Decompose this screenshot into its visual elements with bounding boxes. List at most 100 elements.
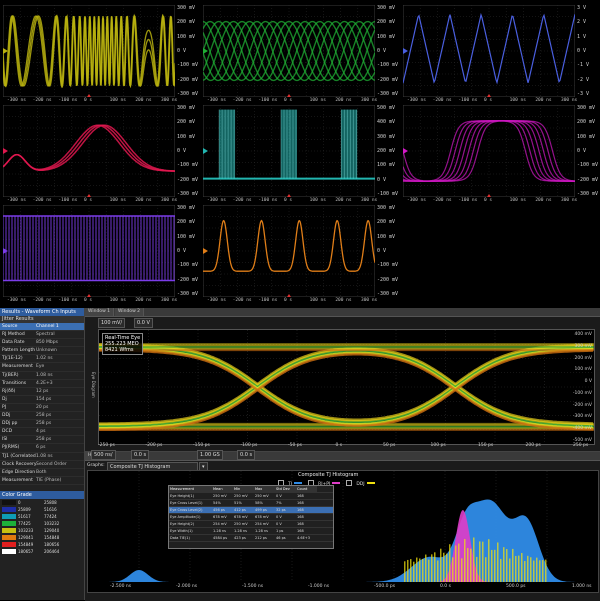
tile-2-x-axis: -300 ns -200 ns -100 ns 0 s 100 ns 200 ns 300 … (203, 98, 377, 104)
result-row[interactable]: Measurement Eye (0, 363, 84, 372)
table-header-cell[interactable]: Max (254, 486, 275, 492)
eye-x-tick-label: 0 s (335, 443, 343, 448)
result-row[interactable]: DCD 4 ps (0, 428, 84, 437)
result-key: Edge Direction (2, 469, 36, 475)
channel-8-marker[interactable] (203, 248, 208, 254)
result-value: Eye (36, 364, 45, 370)
eye-y-tick-label: 400 mV (574, 332, 592, 337)
color-grade-row: 77425 103232 (0, 520, 84, 527)
result-row[interactable]: Measurement TIE (Phase) (0, 477, 84, 485)
result-value: Both (36, 469, 47, 475)
color-range-start: 51617 (18, 514, 31, 519)
tile-7-plot (3, 205, 175, 297)
result-row[interactable]: RJ Method Spectral (0, 331, 84, 340)
table-row[interactable]: Eye Amplitude(1) 678 mV 678 mV 678 mV 0 V 168 (169, 514, 333, 521)
legend-item[interactable]: DDJ (346, 480, 377, 488)
hist-x-tick-label: -500.0 ps (374, 584, 396, 589)
channel-6-marker[interactable] (403, 148, 408, 154)
tab-window-2[interactable]: Window 2 (115, 308, 145, 316)
table-header-cell[interactable]: Count (296, 486, 317, 492)
y-tick-label: 100 mV (377, 162, 396, 169)
result-row[interactable]: TJ1 (Correlated) 1.08 ns (0, 453, 84, 461)
x-tick-label: 300 ns (361, 198, 378, 203)
hist-x-tick-label: -2.000 ns (176, 584, 198, 589)
scope-tile-3: 3 V 2 V 1 V 0 V -1 V -2 V -3 V -300 ns -200 ns -1… (403, 5, 600, 105)
result-row[interactable]: Source Channel 1 (0, 323, 84, 332)
table-row[interactable]: Eye Cross Level(1) 54% 51% 58% 7% 168 (169, 500, 333, 507)
x-tick-label: 0 s (84, 98, 93, 103)
table-cell: 51% (234, 501, 242, 505)
table-cell: 168 (297, 494, 304, 498)
table-row[interactable]: Eye Width(1) 1.28 ns 1.28 ns 1.28 ns 1 ps 168 (169, 528, 333, 535)
table-row[interactable]: Eye Height(2) 254 mV 250 mV 254 mV 0 V 168 (169, 521, 333, 528)
y-tick-label: 100 mV (177, 33, 196, 40)
result-value: Unknown (36, 348, 57, 354)
legend-label: DDJ (356, 481, 365, 487)
result-row[interactable]: DDj pp 258 ps (0, 420, 84, 429)
channel-4-marker[interactable] (3, 148, 8, 154)
tab-window-1[interactable]: Window 1 (85, 308, 115, 316)
result-row[interactable]: Edge Direction Both (0, 469, 84, 477)
color-range-end: 180656 (44, 542, 60, 547)
result-row[interactable]: Transitions 4.2E+3 (0, 380, 84, 388)
channel-7-marker[interactable] (3, 248, 8, 254)
result-row[interactable]: DDj 258 ps (0, 412, 84, 421)
x-tick-label: 0 s (484, 98, 493, 103)
timebase-control-4[interactable]: 0.0 s (237, 450, 256, 460)
vertical-offset-control[interactable]: 0.0 V (134, 318, 153, 328)
table-header-cell[interactable]: Std Dev (275, 486, 296, 492)
result-row[interactable]: Clock Recovery Second Order (0, 461, 84, 469)
y-tick-label: 100 mV (177, 233, 196, 240)
y-tick-label: -200 mV (577, 176, 599, 183)
table-row[interactable]: Data TIE(1) 4584 ps 423 ps 212 ps 46 ps 4.6E+… (169, 535, 333, 542)
table-header-cell[interactable]: Mean (212, 486, 233, 492)
result-key: Data Rate (2, 340, 25, 346)
timebase-control-1[interactable]: 500 ns/ (91, 450, 116, 460)
legend-checkbox[interactable] (346, 480, 353, 486)
result-row[interactable]: Data Rate 850 Mbps (0, 339, 84, 348)
result-row[interactable]: PJ 20 ps (0, 404, 84, 413)
y-tick-label: -200 mV (377, 276, 399, 283)
x-tick-label: 300 ns (161, 298, 178, 303)
x-tick-label: -100 ns (58, 198, 78, 203)
channel-5-marker[interactable] (203, 148, 208, 154)
result-row[interactable]: Tj(BER) 1.08 ns (0, 372, 84, 380)
result-key: RJ Method (2, 332, 25, 338)
color-swatch[interactable] (2, 528, 16, 533)
color-swatch[interactable] (2, 521, 16, 526)
color-swatch[interactable] (2, 549, 16, 554)
eye-x-tick-label: -50 ps (288, 443, 302, 448)
table-cell: 250 mV (255, 494, 269, 498)
result-row[interactable]: Rj(δδ) 12 ps (0, 388, 84, 396)
color-swatch[interactable] (2, 500, 16, 505)
scope-tile-6: 300 mV 200 mV 100 mV 0 V -100 mV -200 mV -300 … (403, 105, 600, 205)
table-row[interactable]: Eye Height(1) 250 mV 250 mV 250 mV 0 V 168 (169, 493, 333, 500)
tile-2-plot (203, 5, 375, 97)
result-row[interactable]: PJ(RMS) 6 ps (0, 444, 84, 453)
vertical-scale-control[interactable]: 100 mV/ (98, 318, 126, 328)
color-swatch[interactable] (2, 542, 16, 547)
timebase-control-3[interactable]: 1.00 GS (197, 450, 223, 460)
y-tick-label: 100 mV (377, 233, 396, 240)
table-row[interactable]: Eye Cross Level(2) 456 ps 412 ps 499 ps 32 p… (169, 507, 333, 514)
color-swatch[interactable] (2, 507, 16, 512)
x-tick-label: 300 ns (361, 298, 378, 303)
color-range-start: 0 (18, 500, 21, 505)
result-row[interactable]: TJ(1E-12) 1.02 ns (0, 355, 84, 364)
result-row[interactable]: ISI 258 ps (0, 436, 84, 445)
color-swatch[interactable] (2, 514, 16, 519)
result-row[interactable]: Dj 154 ps (0, 396, 84, 404)
result-value: 154 ps (36, 396, 52, 402)
channel-1-marker[interactable] (3, 48, 8, 54)
histogram-plot: Composite TJ Histogram TJ RJ+PJ DDJ Measur… (87, 470, 599, 593)
color-swatch[interactable] (2, 535, 16, 540)
result-value: 20 ps (36, 404, 49, 410)
table-header-cell[interactable]: Min (233, 486, 254, 492)
timebase-control-2[interactable]: 0.0 s (131, 450, 150, 460)
result-value: 4 ps (36, 429, 46, 435)
result-row[interactable]: Pattern Length Unknown (0, 347, 84, 356)
channel-2-marker[interactable] (203, 48, 208, 54)
legend-swatch (294, 482, 303, 484)
channel-3-marker[interactable] (403, 48, 408, 54)
table-header-cell[interactable]: Measurement (169, 486, 212, 492)
